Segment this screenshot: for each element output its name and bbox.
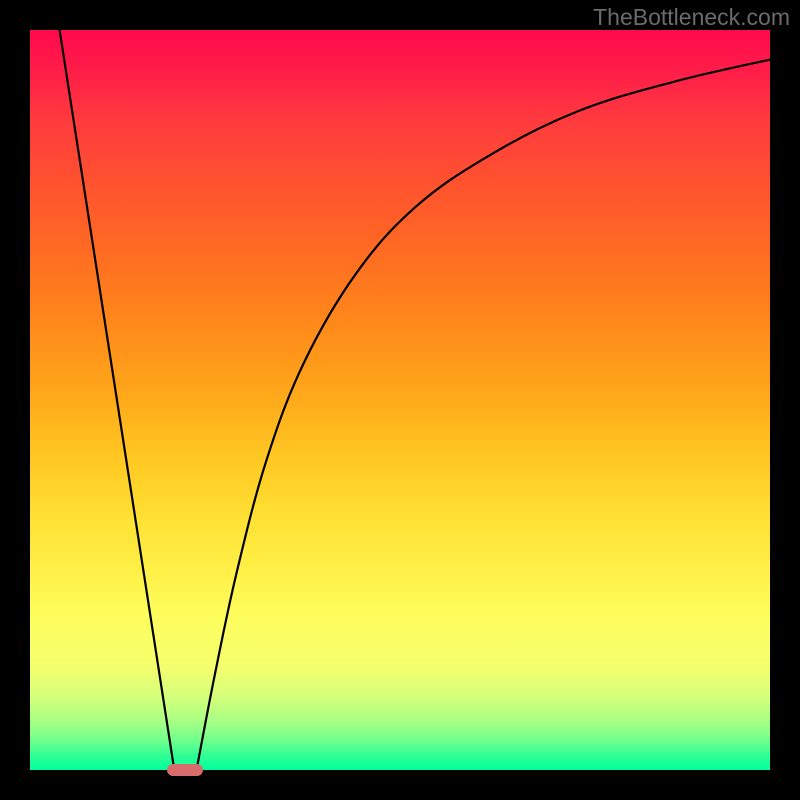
attribution-text: TheBottleneck.com	[593, 4, 790, 31]
minimum-marker	[167, 764, 203, 776]
plot-area	[30, 30, 770, 770]
curve-layer	[30, 30, 770, 770]
curve-right-branch	[197, 60, 771, 770]
curve-left-branch	[60, 30, 175, 770]
